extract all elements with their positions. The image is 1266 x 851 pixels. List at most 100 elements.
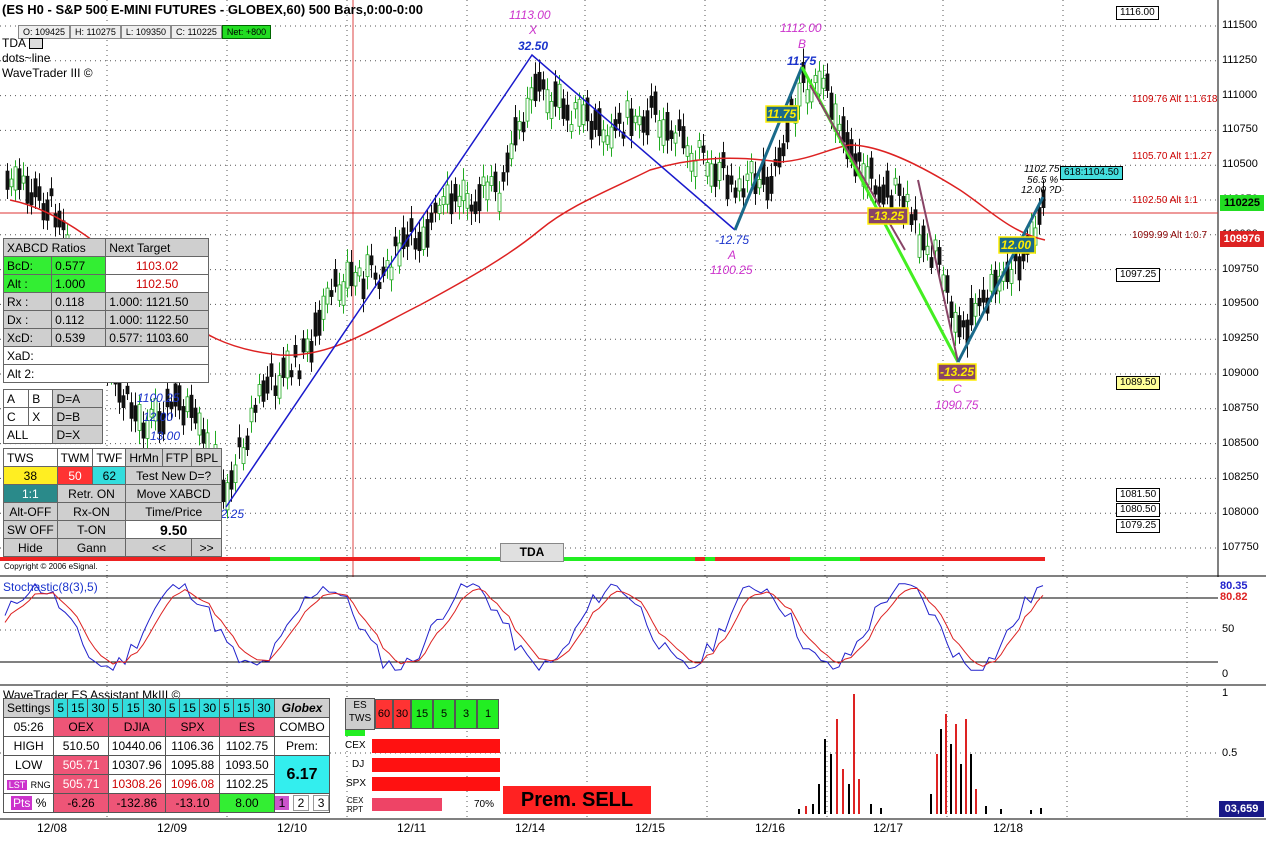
price-tick-label: 108000 bbox=[1222, 506, 1259, 519]
stochastic-pane[interactable] bbox=[0, 577, 1266, 686]
point-x-button[interactable]: X bbox=[28, 407, 54, 426]
stochastic-title[interactable]: Stochastic(8(3),5) bbox=[3, 580, 98, 594]
point-b-button[interactable]: B bbox=[28, 389, 54, 408]
candle-body bbox=[325, 287, 330, 305]
candle-body bbox=[721, 152, 726, 169]
tws-5[interactable]: 5 bbox=[433, 699, 455, 729]
oex-15[interactable]: 15 bbox=[67, 698, 89, 718]
candle-body bbox=[949, 301, 954, 318]
ftp-button[interactable]: FTP bbox=[161, 448, 193, 467]
lst-es: 1102.25 bbox=[219, 774, 275, 794]
spx-5[interactable]: 5 bbox=[164, 698, 180, 718]
candle-body bbox=[765, 176, 770, 201]
globex-cell: Globex bbox=[273, 698, 331, 718]
rng-label[interactable]: RNG bbox=[31, 780, 51, 790]
tws-3[interactable]: 3 bbox=[455, 699, 477, 729]
high-es: 1102.75 bbox=[219, 736, 275, 756]
d-equals-x-button[interactable]: D=X bbox=[52, 425, 103, 444]
candle-body bbox=[233, 464, 238, 483]
volume-bar bbox=[1030, 810, 1032, 814]
point-a-button[interactable]: A bbox=[2, 389, 30, 408]
d-equals-a-button[interactable]: D=A bbox=[52, 389, 103, 408]
hide-button[interactable]: Hide bbox=[3, 538, 58, 557]
candle-body bbox=[957, 315, 962, 338]
combo-2-button[interactable]: 2 bbox=[292, 795, 310, 811]
study-tda[interactable]: TDA bbox=[2, 36, 43, 50]
move-xabcd-button[interactable]: Move XABCD bbox=[125, 484, 223, 503]
combo-3-button[interactable]: 3 bbox=[312, 795, 330, 811]
tws-15[interactable]: 15 bbox=[411, 699, 433, 729]
rx-target: 1.000: 1121.50 bbox=[105, 292, 209, 311]
candle-body bbox=[141, 422, 146, 439]
point-c-button[interactable]: C bbox=[2, 407, 30, 426]
tws-60[interactable]: 60 bbox=[375, 699, 393, 729]
candle-body bbox=[813, 75, 818, 84]
twm-button[interactable]: TWM bbox=[56, 448, 94, 467]
oex-30[interactable]: 30 bbox=[87, 698, 109, 718]
leg2-label: -13.25 bbox=[870, 209, 905, 223]
next-button[interactable]: >> bbox=[191, 538, 223, 557]
t-on-button[interactable]: T-ON bbox=[56, 520, 127, 539]
tws-30[interactable]: 30 bbox=[393, 699, 411, 729]
tws-button[interactable]: TWS bbox=[3, 448, 58, 467]
prev-button[interactable]: << bbox=[125, 538, 193, 557]
tws-1[interactable]: 1 bbox=[477, 699, 499, 729]
sw-off-button[interactable]: SW OFF bbox=[3, 520, 58, 539]
candle-body bbox=[881, 184, 886, 205]
fib-62-button[interactable]: 62 bbox=[92, 466, 127, 485]
pct-label[interactable]: % bbox=[36, 796, 47, 810]
spx-15[interactable]: 15 bbox=[178, 698, 200, 718]
gann-button[interactable]: Gann bbox=[56, 538, 127, 557]
es-5[interactable]: 5 bbox=[219, 698, 234, 718]
candle-body bbox=[369, 255, 374, 266]
combo-1-button[interactable]: 1 bbox=[274, 796, 290, 810]
alt-off-button[interactable]: Alt-OFF bbox=[3, 502, 58, 521]
date-tick-label: 12/11 bbox=[397, 821, 427, 835]
assistant-table: Settings 5 15 30 5 15 30 5 15 30 5 15 30… bbox=[2, 698, 331, 813]
djia-30[interactable]: 30 bbox=[143, 698, 166, 718]
candle-body bbox=[945, 275, 950, 293]
time-price-button[interactable]: Time/Price bbox=[125, 502, 223, 521]
candle-body bbox=[453, 183, 458, 202]
candle-body bbox=[837, 123, 842, 132]
fib-50-button[interactable]: 50 bbox=[56, 466, 94, 485]
lst-label[interactable]: LST bbox=[6, 780, 28, 790]
study-window-icon[interactable] bbox=[28, 38, 43, 50]
ratio-11-button[interactable]: 1:1 bbox=[3, 484, 58, 503]
djia-5[interactable]: 5 bbox=[107, 698, 124, 718]
tda-button[interactable]: TDA bbox=[500, 543, 564, 562]
candle-body bbox=[1017, 256, 1022, 281]
study-wavetrader[interactable]: WaveTrader III © bbox=[2, 66, 93, 80]
candle-body bbox=[189, 394, 194, 418]
dj-label: DJ bbox=[352, 759, 365, 770]
pts-label[interactable]: Pts bbox=[11, 796, 33, 810]
all-button[interactable]: ALL bbox=[2, 425, 54, 444]
level-1116: 1116.00 bbox=[1116, 6, 1159, 20]
settings-cell[interactable]: Settings bbox=[2, 698, 55, 718]
study-dots-line[interactable]: dots~line bbox=[2, 51, 50, 65]
candle-body bbox=[357, 267, 362, 277]
rx-on-button[interactable]: Rx-ON bbox=[56, 502, 127, 521]
hrmn-button[interactable]: HrMn bbox=[125, 448, 163, 467]
retr-on-button[interactable]: Retr. ON bbox=[56, 484, 127, 503]
low-label: LOW bbox=[2, 755, 55, 775]
candle-body bbox=[433, 202, 438, 213]
d-equals-b-button[interactable]: D=B bbox=[52, 407, 103, 426]
candle-body bbox=[677, 119, 682, 131]
volume-bar bbox=[830, 754, 832, 814]
test-new-d-button[interactable]: Test New D=? bbox=[125, 466, 223, 485]
candle-body bbox=[553, 81, 558, 107]
bpl-button[interactable]: BPL bbox=[191, 448, 223, 467]
es-15[interactable]: 15 bbox=[232, 698, 255, 718]
candle-body bbox=[665, 112, 670, 141]
spx-30[interactable]: 30 bbox=[198, 698, 221, 718]
candle-body bbox=[9, 178, 14, 188]
candle-body bbox=[893, 177, 898, 186]
es-30[interactable]: 30 bbox=[253, 698, 275, 718]
fib-38-button[interactable]: 38 bbox=[3, 466, 58, 485]
alt-label: Alt : bbox=[2, 274, 53, 293]
candle-body bbox=[437, 204, 442, 215]
twf-button[interactable]: TWF bbox=[92, 448, 127, 467]
oex-5[interactable]: 5 bbox=[53, 698, 69, 718]
djia-15[interactable]: 15 bbox=[122, 698, 145, 718]
